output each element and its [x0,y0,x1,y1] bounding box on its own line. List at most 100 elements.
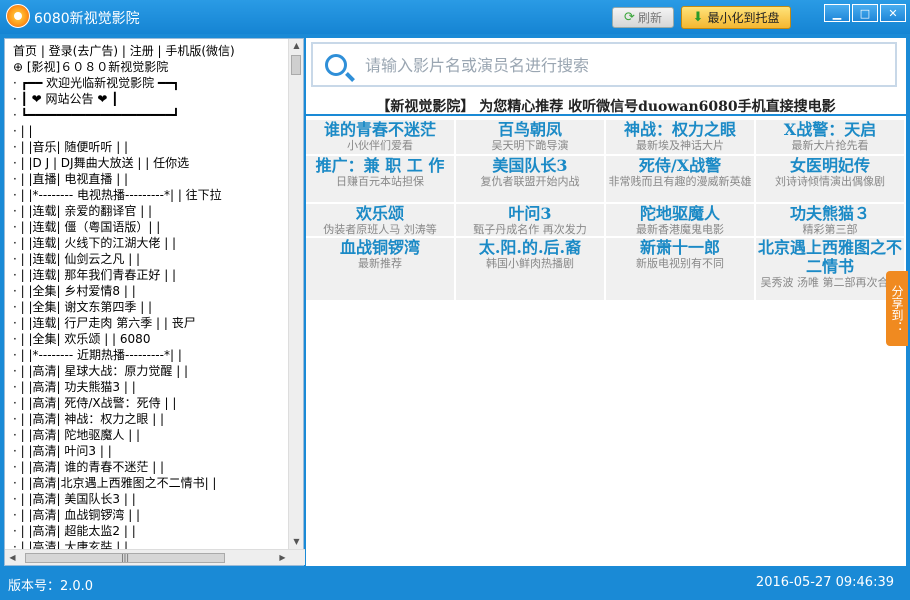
recommend-title[interactable]: X战警：天启 [756,120,904,139]
search-box[interactable] [311,42,897,87]
recommend-title[interactable]: 美国队长3 [456,156,604,175]
tree-item[interactable]: · | |高清| 功夫熊猫3 | | [13,379,136,395]
recommend-item[interactable]: 百鸟朝凤 吴天明下跪导演 [456,120,604,154]
tree-item[interactable]: · | |*-------- 近期热播---------*| | [13,347,182,363]
tree-item[interactable]: ⊕ [影视]６０８０新视觉影院 [13,59,168,75]
refresh-label: 刷新 [637,11,662,25]
tree-item[interactable]: · | |连载| 行尸走肉 第六季 | | 丧尸 [13,315,196,331]
recommend-item[interactable]: 欢乐颂 伪装者原班人马 刘涛等 [306,204,454,236]
scroll-down-icon[interactable]: ▼ [289,535,304,549]
tree-item[interactable]: 首页 | 登录(去广告) | 注册 | 手机版(微信) [13,43,235,59]
tree-item[interactable]: · | |连载| 亲爱的翻译官 | | [13,203,152,219]
recommend-subtitle: 小伙伴们爱看 [347,139,413,152]
tray-download-icon: ⬇ [692,10,704,25]
recommend-title[interactable]: 北京遇上西雅图之不二情书 [756,238,904,276]
tree-item[interactable]: · | |高清| 星球大战：原力觉醒 | | [13,363,188,379]
tree-item[interactable]: · | |高清|北京遇上西雅图之不二情书| | [13,475,216,491]
recommend-item[interactable]: 谁的青春不迷茫 小伙伴们爱看 [306,120,454,154]
scroll-right-icon[interactable]: ▶ [275,551,290,565]
tree-item[interactable]: · | |高清| 超能太监2 | | [13,523,136,539]
close-icon[interactable]: ✕ [880,4,906,22]
recommend-item[interactable]: 太.阳.的.后.裔 韩国小鲜肉热播剧 [456,238,604,300]
tree-item[interactable]: · | |音乐| 随便听听 | | [13,139,128,155]
tree-item[interactable]: · | |全集| 乡村爱情8 | | [13,283,136,299]
tree-item[interactable]: · | |D J | DJ舞曲大放送 | | 任你选 [13,155,189,171]
recommend-subtitle: 吴天明下跪导演 [491,139,569,152]
recommend-title[interactable]: 神战：权力之眼 [606,120,754,139]
recommend-subtitle: 吴秀波 汤唯 第二部再次合作 [760,276,900,289]
tree-item[interactable]: · | |连载| 仙剑云之凡 | | [13,251,140,267]
recommend-item[interactable]: 女医明妃传 刘诗诗倾情演出偶像剧 [756,156,904,202]
recommend-item[interactable]: 神战：权力之眼 最新埃及神话大片 [606,120,754,154]
tree-item[interactable]: · | |全集| 欢乐颂 | | 6080 [13,331,150,347]
recommend-subtitle: 最新大片抢先看 [791,139,869,152]
tree-item[interactable]: · | |高清| 陀地驱魔人 | | [13,427,140,443]
tree-item[interactable]: · | |*-------- 电视热播---------*| | 往下拉 [13,187,222,203]
tree-item[interactable]: · | |高清| 美国队长3 | | [13,491,136,507]
recommend-item[interactable]: 叶问3 甄子丹成名作 再次发力 [456,204,604,236]
recommend-item[interactable]: 血战铜锣湾 最新推荐 [306,238,454,300]
tree-item[interactable]: · | |高清| 血战铜锣湾 | | [13,507,140,523]
maximize-icon[interactable]: □ [852,4,878,22]
tree-item[interactable]: · ┃ ❤ 网站公告 ❤ ┃ [13,91,118,107]
tree-item[interactable]: · ┏━━ 欢迎光临新视觉影院 ━━┓ [13,75,180,91]
recommend-item[interactable]: 新萧十一郎 新版电视别有不同 [606,238,754,300]
tree-item[interactable]: · | | [13,123,33,139]
minimize-to-tray-button[interactable]: ⬇ 最小化到托盘 [681,6,791,29]
tree-item[interactable]: · | |连载| 僵（粤国语版）| | [13,219,160,235]
recommend-item[interactable]: 死侍/X战警 非常贱而且有趣的漫威新英雄 [606,156,754,202]
tree-item[interactable]: · | |高清| 神战：权力之眼 | | [13,411,164,427]
recommend-subtitle: 刘诗诗倾情演出偶像剧 [775,175,885,188]
refresh-icon: ⟳ [624,10,635,25]
minimize-to-tray-label: 最小化到托盘 [707,11,780,25]
window-controls: ▁ □ ✕ [824,4,906,22]
tree-item[interactable]: · | |高清| 叶问3 | | [13,443,112,459]
recommend-title[interactable]: 死侍/X战警 [606,156,754,175]
recommend-item[interactable]: 功夫熊猫３ 精彩第三部 [756,204,904,236]
tree-item[interactable]: · | |高清| 死侍/X战警：死侍 | | [13,395,176,411]
version-text: 版本号：2.0.0 [8,579,94,594]
tree-item[interactable]: · | |连载| 火线下的江湖大佬 | | [13,235,176,251]
tree-item[interactable]: · | |全集| 谢文东第四季 | | [13,299,152,315]
recommend-title[interactable]: 百鸟朝凤 [456,120,604,139]
tree-item[interactable]: · | |连载| 那年我们青春正好 | | [13,267,176,283]
content-panel: 【新视觉影院】 为您精心推荐 收听微信号duowan6080手机直接搜电影 谁的… [306,38,906,566]
tree-item[interactable]: · | |高清| 谁的青春不迷茫 | | [13,459,164,475]
recommend-title[interactable]: 血战铜锣湾 [306,238,454,257]
minimize-icon[interactable]: ▁ [824,4,850,22]
recommend-title[interactable]: 推广：兼 职 工 作 [306,156,454,175]
share-button[interactable]: 分享到： [886,271,908,346]
recommend-subtitle: 精彩第三部 [802,223,858,236]
search-icon[interactable] [325,54,347,76]
horizontal-scrollbar[interactable]: ◀ ||| ▶ [5,549,305,565]
vertical-scrollbar[interactable]: ▲ ▼ [288,39,303,549]
scroll-left-icon[interactable]: ◀ [5,551,20,565]
recommend-item[interactable]: 美国队长3 复仇者联盟开始内战 [456,156,604,202]
recommend-title[interactable]: 新萧十一郎 [606,238,754,257]
vertical-scroll-thumb[interactable] [291,55,301,75]
recommend-subtitle: 甄子丹成名作 再次发力 [473,223,587,236]
datetime-text: 2016-05-27 09:46:39 [755,575,894,590]
recommend-item[interactable]: 北京遇上西雅图之不二情书 吴秀波 汤唯 第二部再次合作 [756,238,904,300]
recommend-title[interactable]: 女医明妃传 [756,156,904,175]
recommend-subtitle: 最新香港魔鬼电影 [636,223,724,236]
recommend-title[interactable]: 欢乐颂 [306,204,454,223]
tree-item[interactable]: · | |高清| 大唐玄奘 | | [13,539,128,549]
recommend-item[interactable]: 推广：兼 职 工 作日赚百元本站担保 [306,156,454,202]
search-input[interactable] [365,52,885,78]
recommend-title[interactable]: 陀地驱魔人 [606,204,754,223]
recommend-title[interactable]: 谁的青春不迷茫 [306,120,454,139]
refresh-button[interactable]: ⟳ 刷新 [612,7,674,28]
recommend-item[interactable]: X战警：天启 最新大片抢先看 [756,120,904,154]
recommend-title[interactable]: 功夫熊猫３ [756,204,904,223]
tree-item[interactable]: · ┗━━━━━━━━━━━━━━━━━━━━┛ [13,107,180,123]
recommend-subtitle: 伪装者原班人马 刘涛等 [323,223,437,236]
horizontal-scroll-thumb[interactable]: ||| [25,553,225,563]
title-bar: 6080新视觉影院 ⟳ 刷新 ⬇ 最小化到托盘 ▁ □ ✕ [0,0,910,34]
scroll-up-icon[interactable]: ▲ [289,39,304,53]
tree-item[interactable]: · | |直播| 电视直播 | | [13,171,128,187]
recommend-title[interactable]: 叶问3 [456,204,604,223]
channel-tree[interactable]: 首页 | 登录(去广告) | 注册 | 手机版(微信) ⊕ [影视]６０８０新视觉… [5,39,290,549]
recommend-item[interactable]: 陀地驱魔人 最新香港魔鬼电影 [606,204,754,236]
recommend-title[interactable]: 太.阳.的.后.裔 [456,238,604,257]
